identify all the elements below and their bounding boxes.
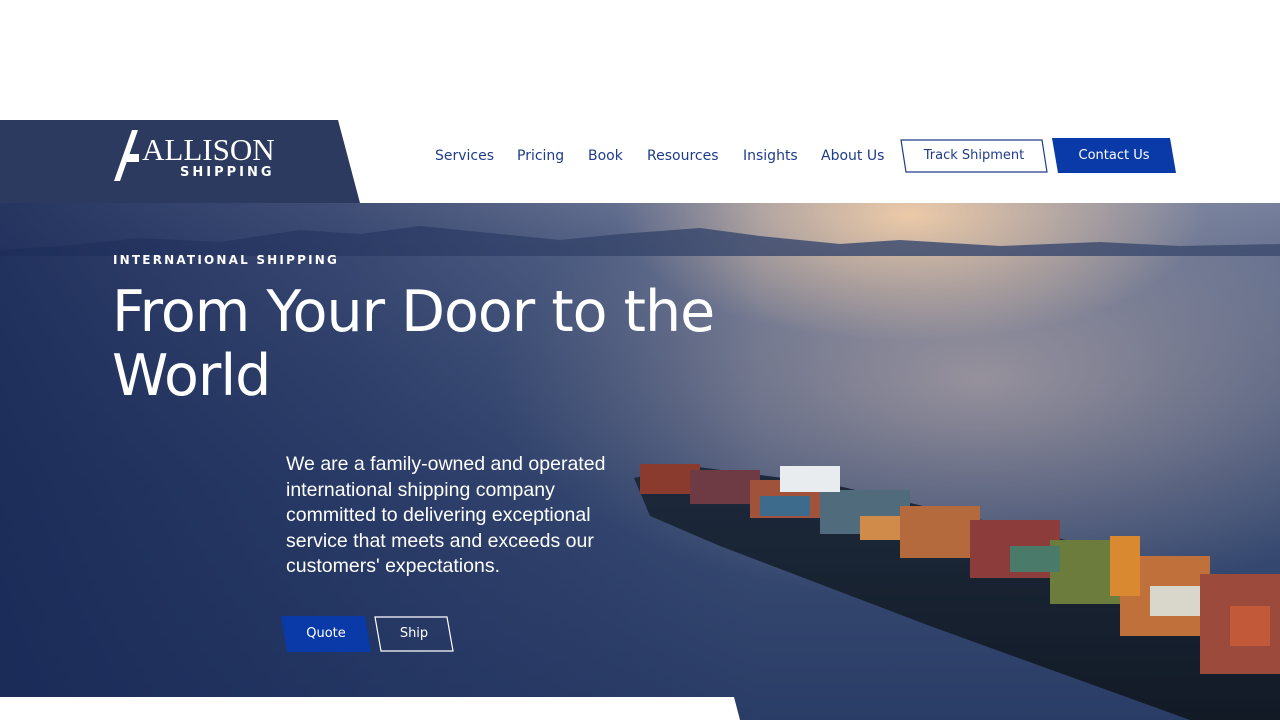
brand-name: ALLISON bbox=[142, 132, 275, 167]
hero-background-image bbox=[0, 120, 1280, 720]
nav-item-book[interactable]: Book bbox=[588, 146, 623, 166]
contact-us-label: Contact Us bbox=[1078, 148, 1150, 163]
quote-label: Quote bbox=[306, 626, 346, 641]
ship-label: Ship bbox=[399, 626, 429, 641]
nav-item-about-us[interactable]: About Us bbox=[821, 146, 884, 166]
nav-item-resources[interactable]: Resources bbox=[647, 146, 719, 166]
hero-intro: We are a family-owned and operated inter… bbox=[286, 453, 606, 577]
hero-headline: From Your Door to the World bbox=[112, 279, 715, 409]
section-divider bbox=[0, 697, 740, 720]
brand-subtitle: SHIPPING bbox=[180, 165, 275, 180]
track-shipment-button[interactable]: Track Shipment bbox=[900, 139, 1048, 173]
ship-button[interactable]: Ship bbox=[374, 616, 454, 652]
nav-item-services[interactable]: Services bbox=[435, 146, 494, 166]
track-shipment-label: Track Shipment bbox=[923, 148, 1025, 163]
quote-button[interactable]: Quote bbox=[281, 616, 371, 652]
contact-us-button[interactable]: Contact Us bbox=[1052, 138, 1176, 173]
hero-eyebrow: INTERNATIONAL SHIPPING bbox=[113, 253, 340, 267]
brand-logo[interactable]: ALLISON SHIPPING bbox=[112, 130, 282, 184]
nav-item-pricing[interactable]: Pricing bbox=[517, 146, 564, 166]
nav-item-insights[interactable]: Insights bbox=[743, 146, 798, 166]
container-ship bbox=[634, 464, 1280, 720]
logo-mark-icon bbox=[114, 130, 139, 181]
